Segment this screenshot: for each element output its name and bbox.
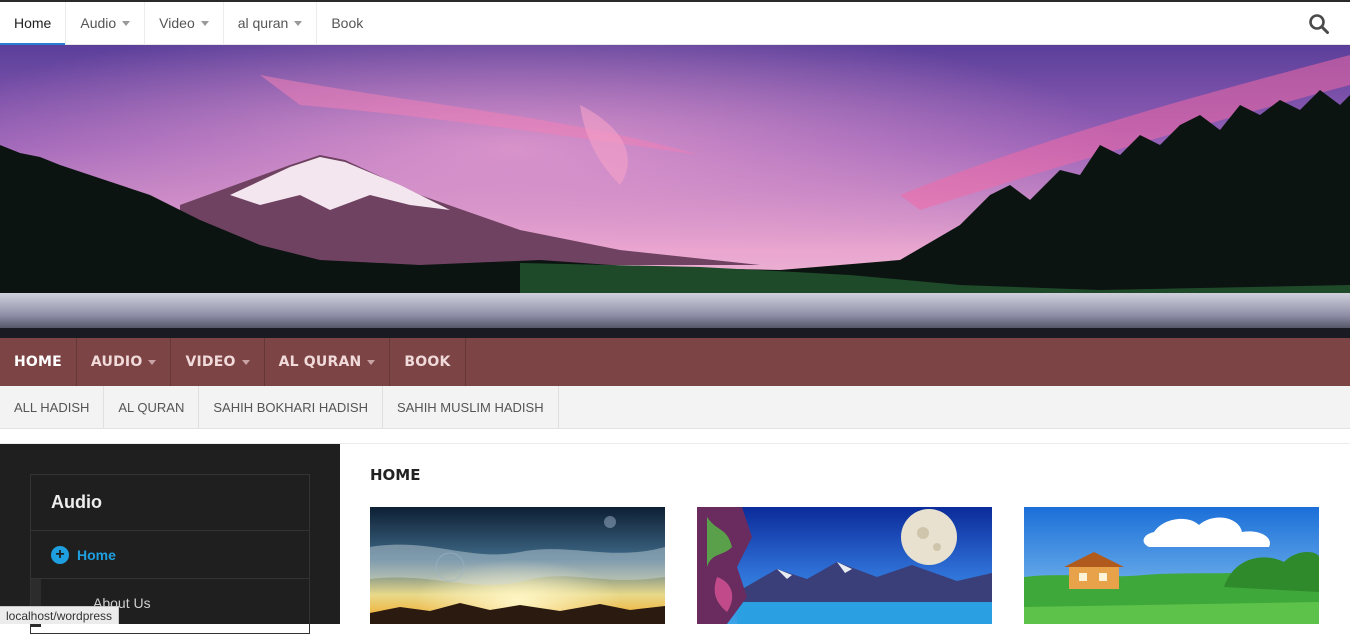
top-nav-al-quran[interactable]: al quran (224, 2, 318, 44)
caret-down-icon (294, 20, 303, 26)
main-nav-audio[interactable]: AUDIO (77, 338, 172, 386)
top-nav-label: Book (331, 15, 364, 31)
main-nav-label: AUDIO (90, 354, 143, 370)
top-nav-book[interactable]: Book (317, 2, 377, 44)
main-navigation: HOME AUDIO VIDEO AL QURAN BOOK (0, 338, 1350, 386)
caret-down-icon (200, 20, 209, 26)
top-navigation: Home Audio Video al quran Book (0, 0, 1350, 45)
top-nav-label: al quran (237, 15, 289, 31)
caret-down-icon (241, 359, 250, 365)
widget-item-label: Home (77, 546, 116, 563)
main-nav-al-quran[interactable]: AL QURAN (265, 338, 391, 386)
widget-title: Audio (31, 475, 309, 531)
main-nav-label: HOME (14, 354, 62, 370)
header-banner-image (0, 45, 1350, 338)
sub-nav-all-hadish[interactable]: ALL HADISH (0, 386, 105, 428)
search-icon[interactable] (1308, 13, 1330, 35)
main-nav-label: AL QURAN (278, 354, 362, 370)
post-thumbnail[interactable] (1024, 507, 1319, 624)
main-nav-label: VIDEO (185, 354, 236, 370)
post-thumbnail[interactable] (370, 507, 665, 624)
page-title: HOME (370, 466, 421, 484)
main-nav-home[interactable]: HOME (0, 338, 77, 386)
sub-nav-label: SAHIH MUSLIM HADISH (396, 399, 544, 415)
plus-circle-icon[interactable]: + (51, 545, 69, 564)
sub-nav-label: SAHIH BOKHARI HADISH (213, 399, 368, 415)
secondary-navigation: ALL HADISH AL QURAN SAHIH BOKHARI HADISH… (0, 386, 1350, 429)
sub-nav-al-quran[interactable]: AL QURAN (104, 386, 200, 428)
main-nav-book[interactable]: BOOK (390, 338, 466, 386)
sub-nav-label: ALL HADISH (14, 399, 90, 415)
top-nav-label: Video (159, 15, 195, 31)
main-nav-video[interactable]: VIDEO (171, 338, 265, 386)
main-nav-label: BOOK (404, 354, 451, 370)
widget-item-home[interactable]: + Home (31, 531, 309, 579)
main-content: HOME (340, 444, 1350, 624)
browser-status-url: localhost/wordpress (0, 606, 120, 624)
sub-nav-label: AL QURAN (118, 399, 185, 415)
caret-down-icon (122, 20, 131, 26)
post-thumbnail[interactable] (697, 507, 992, 624)
sub-nav-sahih-bokhari[interactable]: SAHIH BOKHARI HADISH (199, 386, 383, 428)
sub-nav-sahih-muslim[interactable]: SAHIH MUSLIM HADISH (383, 386, 559, 428)
sidebar: Audio + Home About Us (0, 444, 340, 634)
top-nav-home[interactable]: Home (0, 2, 67, 45)
caret-down-icon (148, 359, 157, 365)
top-nav-label: Audio (80, 15, 117, 31)
top-nav-label: Home (14, 15, 52, 31)
caret-down-icon (367, 359, 376, 365)
top-nav-video[interactable]: Video (145, 2, 224, 44)
top-nav-audio[interactable]: Audio (66, 2, 146, 44)
